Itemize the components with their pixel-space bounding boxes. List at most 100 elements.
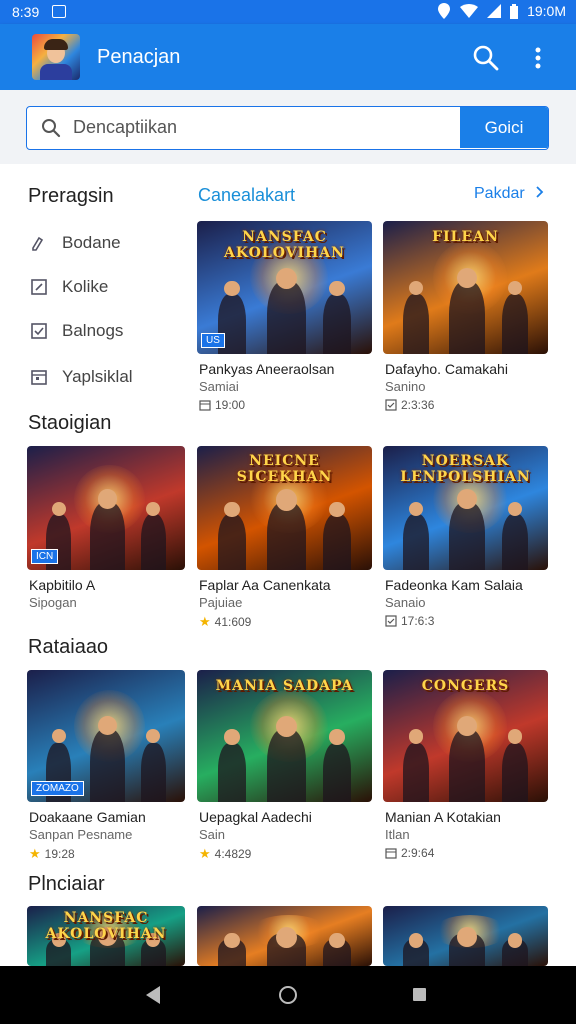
sidebar-item-balnogs[interactable]: Balnogs (30, 318, 123, 344)
checkbox-icon (31, 323, 47, 339)
sidebar-item-label: Kolike (62, 277, 109, 296)
sidebar-item-bodane[interactable]: Bodane (30, 230, 121, 256)
game-meta: 19:00 (199, 398, 245, 412)
game-card[interactable] (383, 906, 548, 966)
search-icon[interactable] (472, 44, 500, 72)
game-title: Doakaane Gamian (29, 809, 146, 825)
game-title: Faplar Aa Canenkata (199, 577, 331, 593)
character-head (224, 280, 240, 297)
calendar-icon (199, 400, 211, 411)
game-meta-value: 17:6:3 (401, 614, 435, 628)
star-icon: ★ (29, 846, 41, 861)
battery-icon (510, 3, 519, 19)
game-meta: ★ 19:28 (29, 846, 75, 862)
game-card[interactable]: NANSFAC AKOLOVIHAN US Pankyas Aneeraolsan S… (197, 221, 372, 412)
sidebar-item-label: Yaplsiklal (62, 367, 133, 386)
more-link[interactable]: Pakdar (474, 185, 545, 203)
status-icons: 19:0M (437, 3, 566, 19)
character-head (275, 927, 297, 949)
game-logo-text: NANSFAC AKOLOVIHAN (45, 909, 167, 942)
game-logo-text: FILEAN (432, 228, 499, 245)
search-button[interactable]: Goici (460, 107, 548, 148)
character-head (51, 501, 66, 516)
character-figure (449, 729, 486, 802)
game-meta: 2:3:36 (385, 398, 434, 412)
featured-title: Canealakart (198, 185, 296, 205)
character-head (329, 933, 345, 949)
character-figure (402, 514, 430, 570)
character-head (146, 729, 161, 744)
game-card[interactable]: ICN Kapbitilo A Sipogan (27, 446, 185, 610)
game-card[interactable]: NEICNE SICEKHAN Faplar Aa Canenkata Pajuia… (197, 446, 372, 629)
game-thumbnail[interactable] (383, 906, 548, 966)
character-head (408, 729, 424, 744)
search-input[interactable]: Dencaptiikan (73, 107, 177, 148)
game-thumbnail[interactable]: CONGERS (383, 670, 548, 802)
system-nav-bar (0, 966, 576, 1024)
star-icon: ★ (199, 846, 211, 861)
home-circle-icon[interactable] (279, 986, 297, 1004)
game-card[interactable] (197, 906, 372, 966)
character-head (408, 933, 424, 948)
game-thumbnail[interactable]: MANIA SADAPA (197, 670, 372, 802)
more-link-label: Pakdar (474, 185, 525, 202)
character-head (275, 267, 297, 289)
more-vert-icon[interactable] (528, 44, 548, 72)
recents-square-icon[interactable] (413, 988, 426, 1001)
character-figure (140, 742, 167, 802)
character-head (457, 927, 478, 947)
game-title: Manian A Kotakian (385, 809, 501, 825)
calendar-icon (385, 848, 397, 859)
game-card[interactable]: ZOMAZO Doakaane Gamian Sanpan Pesname ★ 19:2… (27, 670, 185, 861)
character-figure (501, 742, 529, 802)
character-head (98, 489, 118, 509)
character-head (457, 267, 478, 288)
game-title: Fadeonka Kam Salaia (385, 577, 523, 593)
section-title-staoigian: Staoigian (28, 412, 112, 434)
game-meta-value: 41:609 (214, 615, 252, 629)
sidebar-title: Preragsin (28, 185, 114, 207)
game-subtitle: Sanino (385, 379, 426, 394)
game-title: Uepagkal Aadechi (199, 809, 312, 825)
search-icon (41, 118, 61, 138)
game-card[interactable]: NANSFAC AKOLOVIHAN (27, 906, 185, 966)
character-head (224, 501, 240, 518)
game-badge: ICN (31, 549, 59, 564)
game-thumbnail[interactable]: NANSFAC AKOLOVIHAN US (197, 221, 372, 354)
game-thumbnail[interactable] (197, 906, 372, 966)
character-head (146, 501, 161, 516)
edit-box-icon (31, 279, 47, 295)
sidebar-item-yaplsiklal[interactable]: Yaplsiklal (30, 364, 133, 390)
sidebar-item-kolike[interactable]: Kolike (30, 274, 108, 300)
character-figure (323, 294, 351, 354)
pencil-icon (32, 236, 44, 251)
character-figure (323, 514, 351, 570)
game-subtitle: Itlan (385, 827, 410, 842)
game-thumbnail[interactable]: NANSFAC AKOLOVIHAN (27, 906, 185, 966)
character-head (51, 729, 66, 744)
game-subtitle: Samiai (199, 379, 239, 394)
app-bar: Penacjan (0, 24, 576, 90)
game-thumbnail[interactable]: FILEAN (383, 221, 548, 354)
game-thumbnail[interactable]: ZOMAZO (27, 670, 185, 802)
game-thumbnail[interactable]: NOERSAK LENPOLSHIAN (383, 446, 548, 570)
app-logo[interactable] (32, 34, 80, 80)
character-figure (90, 729, 125, 802)
game-title: Pankyas Aneeraolsan (199, 361, 335, 377)
game-thumbnail[interactable]: ICN (27, 446, 185, 570)
game-card[interactable]: MANIA SADAPA Uepagkal Aadechi Sain ★ 4:4829 (197, 670, 372, 861)
game-thumbnail[interactable]: NEICNE SICEKHAN (197, 446, 372, 570)
game-card[interactable]: CONGERS Manian A Kotakian Itlan 2:9:64 (383, 670, 548, 860)
calendar-icon (31, 370, 47, 385)
character-figure (90, 501, 125, 570)
search-bar: Dencaptiikan Goici (26, 106, 549, 150)
character-head (507, 729, 523, 744)
character-figure (267, 729, 306, 802)
character-figure (402, 742, 430, 802)
game-subtitle: Sain (199, 827, 226, 842)
game-card[interactable]: NOERSAK LENPOLSHIAN Fadeonka Kam Salaia Sa… (383, 446, 548, 628)
sidebar-item-label: Bodane (62, 233, 121, 252)
game-card[interactable]: FILEAN Dafayho. Camakahi Sanino 2:3:36 (383, 221, 548, 412)
back-triangle-icon[interactable] (146, 986, 160, 1004)
game-subtitle: Sipogan (29, 595, 77, 610)
